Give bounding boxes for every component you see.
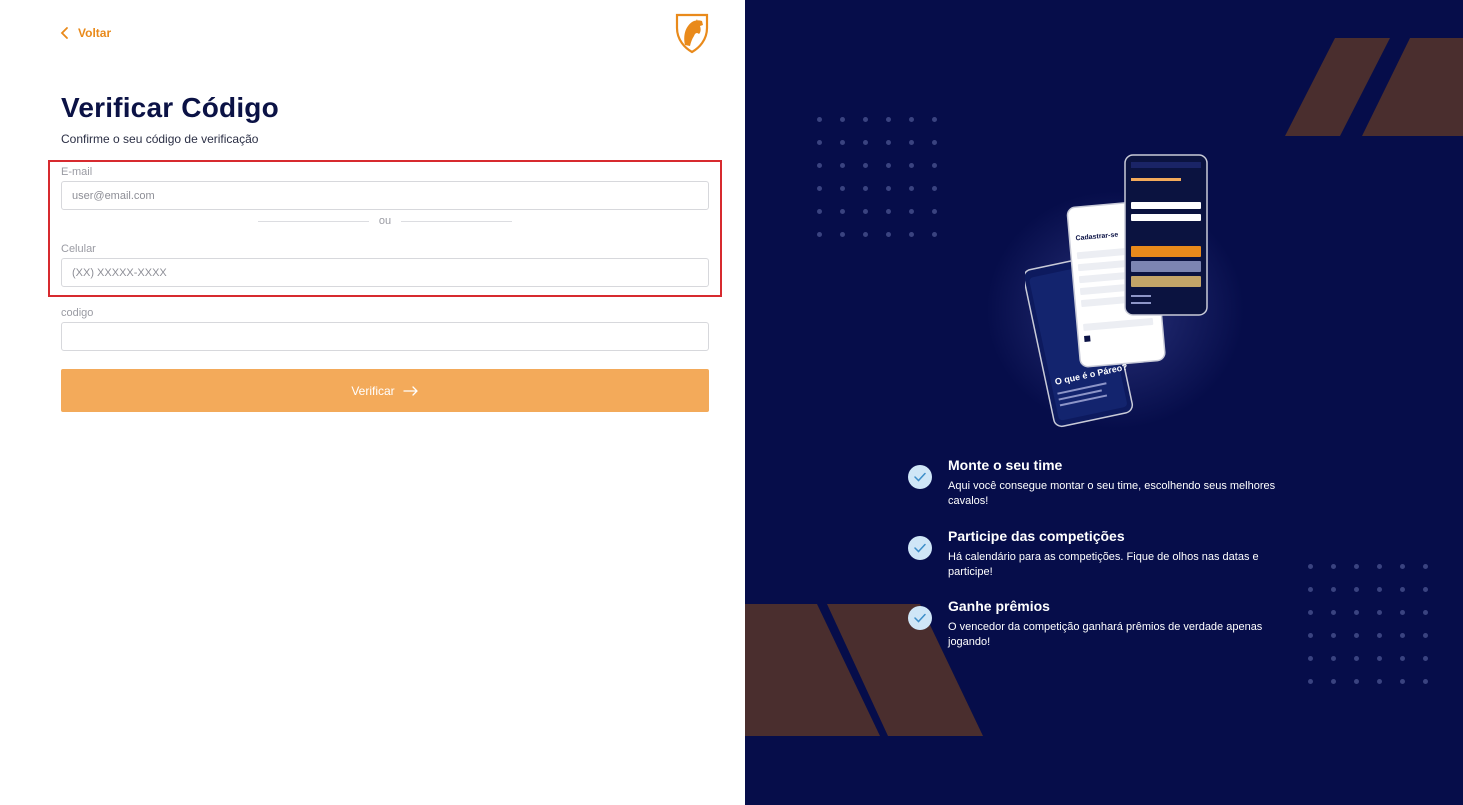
horse-shield-logo: [675, 13, 709, 54]
chevron-left-icon: [60, 27, 68, 39]
check-circle-icon: [908, 606, 932, 630]
feature-description: Há calendário para as competições. Fique…: [948, 551, 1259, 578]
code-input[interactable]: [61, 322, 709, 351]
feature-description: Aqui você consegue montar o seu time, es…: [948, 480, 1276, 507]
phones-illustration: O que é o Páreo? Cadastrar-se: [1025, 154, 1208, 428]
email-label: E-mail: [61, 166, 93, 178]
feature-title: Participe das competições: [948, 528, 1125, 544]
check-circle-icon: [908, 465, 932, 489]
arrow-right-icon: [403, 385, 418, 396]
back-link[interactable]: Voltar: [60, 26, 111, 40]
divider-text: ou: [378, 215, 392, 227]
verify-code-page: Voltar Verificar Código Confirme o seu c…: [0, 0, 1463, 805]
divider-line-right: [401, 220, 512, 222]
dot-grid-top: [817, 117, 937, 237]
email-input[interactable]: [61, 181, 709, 210]
feature-title: Monte o seu time: [948, 457, 1063, 473]
feature-title: Ganhe prêmios: [948, 598, 1050, 614]
feature-description: O vencedor da competição ganhará prêmios…: [948, 621, 1263, 648]
form-panel: Voltar Verificar Código Confirme o seu c…: [0, 0, 745, 805]
phone-label: Celular: [61, 243, 96, 255]
phone-input[interactable]: [61, 258, 709, 287]
dot-grid-bottom: [1308, 564, 1428, 684]
page-subtitle: Confirme o seu código de verificação: [61, 132, 259, 146]
divider-line-left: [258, 220, 369, 222]
phone-front: [1124, 154, 1208, 316]
verify-button[interactable]: Verificar: [61, 369, 709, 412]
check-circle-icon: [908, 536, 932, 560]
back-label: Voltar: [78, 26, 112, 40]
or-divider: ou: [258, 215, 512, 227]
promo-panel: O que é o Páreo? Cadastrar-se Monte o se…: [745, 0, 1463, 805]
verify-button-label: Verificar: [351, 383, 395, 398]
page-title: Verificar Código: [61, 92, 279, 123]
code-label: codigo: [61, 307, 94, 319]
